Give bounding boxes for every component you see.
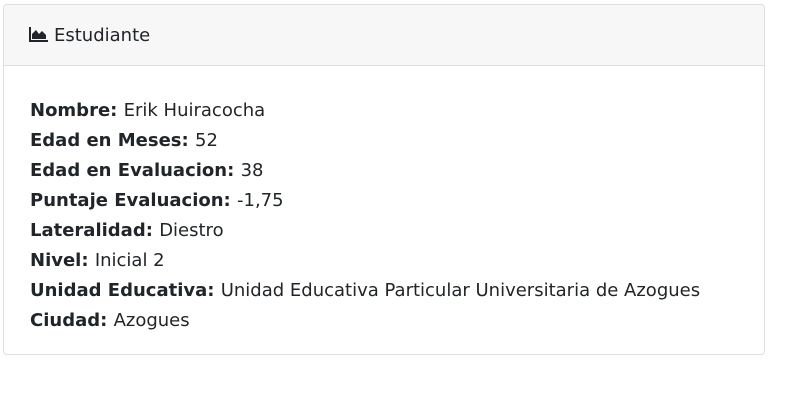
detail-label: Nivel: (30, 250, 95, 271)
detail-value: 38 (240, 160, 264, 181)
detail-row-edad-evaluacion: Edad en Evaluacion: 38 (30, 156, 764, 186)
detail-row-unidad-educativa: Unidad Educativa: Unidad Educativa Parti… (30, 276, 764, 306)
detail-row-edad-meses: Edad en Meses: 52 (30, 126, 764, 156)
detail-label: Unidad Educativa: (30, 280, 221, 301)
detail-value: Erik Huiracocha (123, 100, 266, 121)
detail-row-nivel: Nivel: Inicial 2 (30, 246, 764, 276)
detail-row-puntaje: Puntaje Evaluacion: -1,75 (30, 186, 764, 216)
detail-row-lateralidad: Lateralidad: Diestro (30, 216, 764, 246)
detail-value: -1,75 (237, 190, 284, 211)
card-header: Estudiante (4, 5, 764, 66)
student-card: Estudiante Nombre: Erik Huiracocha Edad … (3, 4, 765, 355)
card-body: Nombre: Erik Huiracocha Edad en Meses: 5… (4, 66, 764, 336)
detail-label: Lateralidad: (30, 220, 160, 241)
detail-label: Puntaje Evaluacion: (30, 190, 238, 211)
detail-label: Ciudad: (30, 310, 114, 331)
detail-label: Nombre: (30, 100, 124, 121)
detail-label: Edad en Meses: (30, 130, 195, 151)
detail-row-ciudad: Ciudad: Azogues (30, 306, 764, 336)
detail-label: Edad en Evaluacion: (30, 160, 241, 181)
detail-value: Inicial 2 (94, 250, 165, 271)
detail-value: Azogues (113, 310, 190, 331)
detail-value: 52 (195, 130, 218, 151)
area-chart-icon (29, 26, 49, 42)
detail-value: Unidad Educativa Particular Universitari… (220, 280, 701, 301)
detail-value: Diestro (159, 220, 224, 241)
detail-row-nombre: Nombre: Erik Huiracocha (30, 96, 764, 126)
card-title: Estudiante (54, 24, 151, 46)
